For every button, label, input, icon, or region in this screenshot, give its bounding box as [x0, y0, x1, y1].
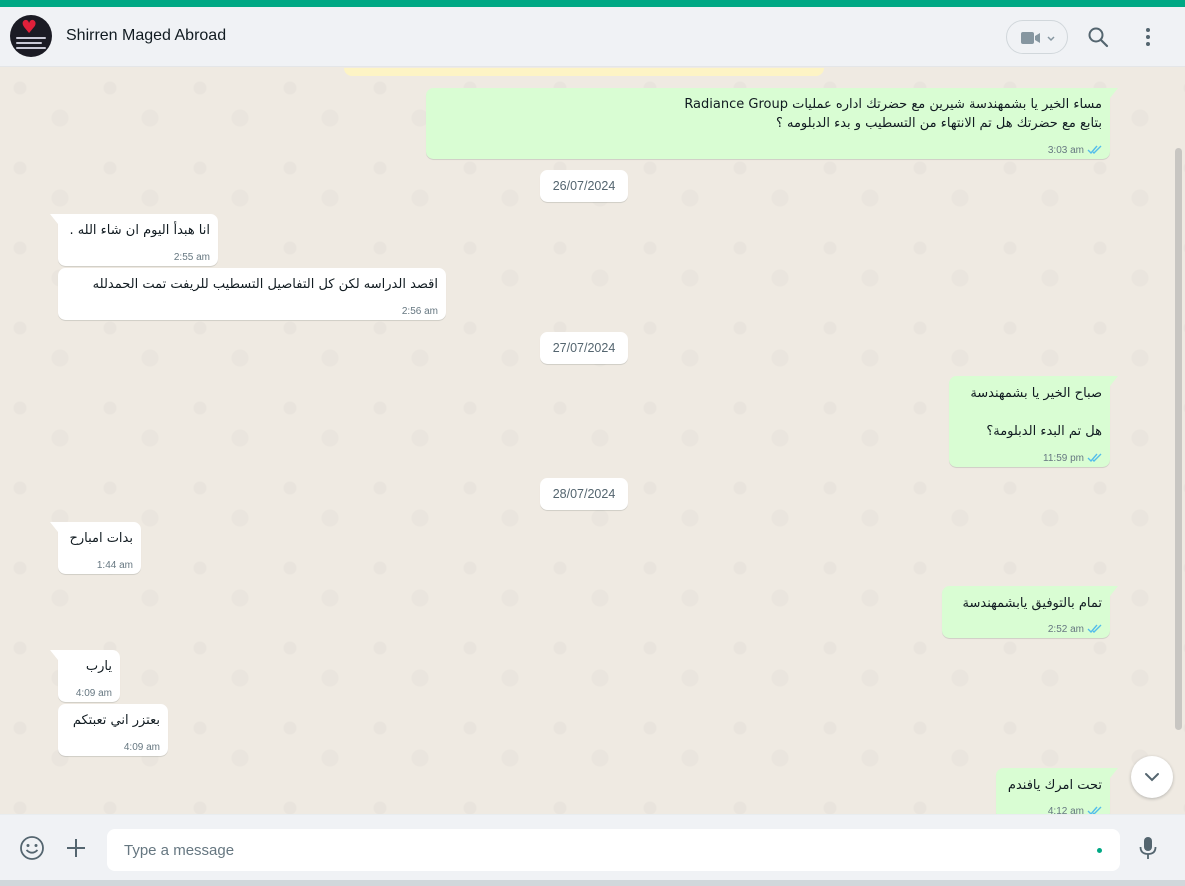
message-text-line: هل تم البدء الدبلومة؟: [986, 424, 1102, 439]
message-incoming[interactable]: بعتزر اني تعبتكم 4:09 am: [58, 704, 168, 756]
chevron-down-icon: [1145, 773, 1159, 782]
video-call-button[interactable]: [1006, 20, 1068, 54]
message-incoming[interactable]: بدات امبارح 1:44 am: [50, 522, 141, 574]
attach-plus-icon[interactable]: [63, 835, 89, 861]
scrollbar[interactable]: [1175, 148, 1182, 730]
message-outgoing[interactable]: صباح الخير يا بشمهندسة هل تم البدء الدبل…: [949, 376, 1118, 467]
date-chip: 28/07/2024: [540, 478, 628, 510]
window-bottom-edge: [0, 880, 1185, 886]
message-input[interactable]: [107, 829, 1120, 871]
message-text-line: مساء الخير يا بشمهندسة شيرين مع حضرتك اد…: [684, 97, 1102, 112]
message-outgoing[interactable]: تحت امرك يافندم 4:12 am: [996, 768, 1118, 814]
message-time: 2:56 am: [401, 306, 438, 317]
message-time: 4:12 am: [1047, 806, 1084, 814]
scroll-to-bottom-button[interactable]: [1131, 756, 1173, 798]
message-time: 4:09 am: [75, 688, 112, 699]
message-text-line: تمام بالتوفيق يابشمهندسة: [962, 596, 1102, 611]
status-dot: [1097, 848, 1102, 853]
message-text-line: تحت امرك يافندم: [1007, 778, 1102, 793]
read-ticks-icon: [1087, 624, 1102, 634]
read-ticks-icon: [1087, 806, 1102, 814]
previous-message-peek: [344, 68, 824, 76]
message-text-line: بدات امبارح: [69, 531, 133, 546]
message-text-line: يارب: [85, 659, 112, 674]
date-chip: 26/07/2024: [540, 170, 628, 202]
search-icon[interactable]: [1086, 25, 1110, 49]
message-time: 1:44 am: [96, 560, 133, 571]
message-incoming[interactable]: اقصد الدراسه لكن كل التفاصيل التسطيب للر…: [58, 268, 446, 320]
message-time: 11:59 pm: [1043, 453, 1084, 464]
message-time: 4:09 am: [123, 742, 160, 753]
chat-header: ♥ Shirren Maged Abroad: [0, 7, 1185, 67]
message-text-line: انا هبدأ اليوم ان شاء الله .: [69, 223, 210, 238]
message-outgoing[interactable]: تمام بالتوفيق يابشمهندسة 2:52 am: [942, 586, 1118, 638]
read-ticks-icon: [1087, 453, 1102, 463]
message-incoming[interactable]: يارب 4:09 am: [50, 650, 120, 702]
message-outgoing[interactable]: مساء الخير يا بشمهندسة شيرين مع حضرتك اد…: [426, 88, 1118, 159]
message-text-line: بتابع مع حضرتك هل تم الانتهاء من التسطيب…: [775, 116, 1102, 131]
message-time: 2:55 am: [173, 252, 210, 263]
emoji-icon[interactable]: [19, 835, 45, 861]
message-time: 3:03 am: [1047, 145, 1084, 156]
heart-logo-icon: ♥: [21, 17, 38, 38]
top-accent-bar: [0, 0, 1185, 7]
chat-panel[interactable]: مساء الخير يا بشمهندسة شيرين مع حضرتك اد…: [0, 68, 1185, 814]
composer-bar: [0, 814, 1185, 886]
microphone-icon[interactable]: [1136, 835, 1162, 861]
message-text-line: صباح الخير يا بشمهندسة: [970, 386, 1102, 401]
read-ticks-icon: [1087, 145, 1102, 155]
avatar[interactable]: ♥: [10, 15, 52, 57]
contact-name[interactable]: Shirren Maged Abroad: [66, 27, 226, 45]
message-text-line: اقصد الدراسه لكن كل التفاصيل التسطيب للر…: [92, 277, 438, 292]
message-incoming[interactable]: انا هبدأ اليوم ان شاء الله . 2:55 am: [50, 214, 218, 266]
video-call-icon: [1021, 32, 1055, 44]
message-time: 2:52 am: [1047, 624, 1084, 635]
message-text-line: بعتزر اني تعبتكم: [72, 713, 160, 728]
date-chip: 27/07/2024: [540, 332, 628, 364]
menu-icon[interactable]: [1136, 25, 1160, 49]
